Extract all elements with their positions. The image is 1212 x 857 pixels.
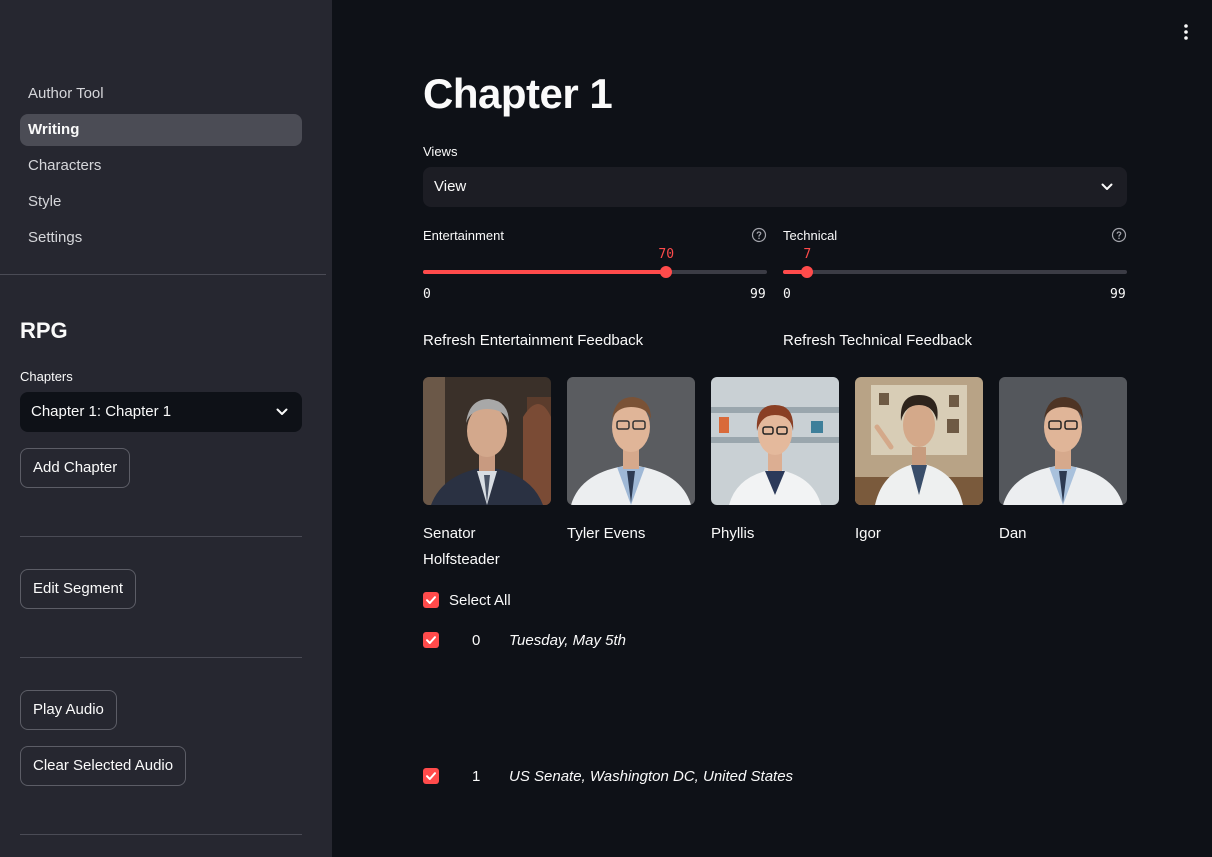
character-portrait-tyler-evens[interactable] [567,377,695,505]
chapter-select[interactable]: Chapter 1: Chapter 1 [20,392,302,432]
chevron-down-icon [276,392,288,448]
slider-thumb[interactable] [801,266,814,278]
slider-fill [423,270,667,274]
views-select-value: View [434,178,467,195]
nav-item-author-tool[interactable]: Author Tool [20,78,302,110]
divider [0,274,326,275]
add-chapter-button[interactable]: Add Chapter [20,448,131,488]
chapters-label: Chapters [20,369,73,384]
technical-slider-value: 7 [803,247,812,262]
character-portrait-senator-holfsteader[interactable] [423,377,551,505]
clear-selected-audio-button[interactable]: Clear Selected Audio [20,746,187,786]
check-icon [426,636,436,644]
slider-min: 0 [423,287,431,302]
help-icon[interactable] [1111,227,1127,243]
segment-index: 0 [472,632,481,649]
character-portrait-phyllis[interactable] [711,377,839,505]
check-icon [426,596,436,604]
character-name: Phyllis [711,525,755,542]
entertainment-slider-label: Entertainment [423,228,504,243]
nav-item-writing[interactable]: Writing [20,114,302,146]
segment-text: Tuesday, May 5th [509,632,626,649]
divider [20,536,302,537]
refresh-entertainment-feedback-button[interactable]: Refresh Entertainment Feedback [423,332,643,349]
entertainment-slider-value: 70 [658,247,675,262]
nav-item-settings[interactable]: Settings [20,222,302,254]
entertainment-slider[interactable] [423,266,767,278]
technical-slider[interactable] [783,266,1127,278]
character-name: Dan [999,525,1027,542]
select-all-checkbox[interactable] [423,592,439,608]
views-select[interactable]: View [423,167,1127,207]
segment-index: 1 [472,768,481,785]
character-name: Igor [855,525,881,542]
segment-checkbox[interactable] [423,632,439,648]
project-title: RPG [20,318,68,343]
nav-item-characters[interactable]: Characters [20,150,302,182]
technical-slider-label: Technical [783,228,838,243]
character-name: Tyler Evens [567,525,646,542]
page-title: Chapter 1 [423,70,613,117]
help-icon[interactable] [751,227,767,243]
play-audio-button[interactable]: Play Audio [20,690,117,730]
select-all-label: Select All [449,592,511,609]
segment-text: US Senate, Washington DC, United States [509,768,794,785]
character-name: Senator Holfsteader [423,525,500,568]
slider-min: 0 [783,287,791,302]
divider [20,657,302,658]
edit-segment-button[interactable]: Edit Segment [20,569,137,609]
divider [20,834,302,835]
chevron-down-icon [1101,167,1113,223]
chapter-select-value: Chapter 1: Chapter 1 [31,403,172,420]
nav-item-style[interactable]: Style [20,186,302,218]
slider-thumb[interactable] [660,266,673,278]
segment-checkbox[interactable] [423,768,439,784]
character-portrait-igor[interactable] [855,377,983,505]
slider-max: 99 [1110,287,1126,302]
slider-max: 99 [750,287,766,302]
character-portrait-dan[interactable] [999,377,1127,505]
check-icon [426,772,436,780]
refresh-technical-feedback-button[interactable]: Refresh Technical Feedback [783,332,972,349]
more-vertical-icon[interactable] [1176,22,1196,42]
views-label: Views [423,144,458,159]
sidebar: Author Tool Writing Characters Style Set… [0,0,332,857]
